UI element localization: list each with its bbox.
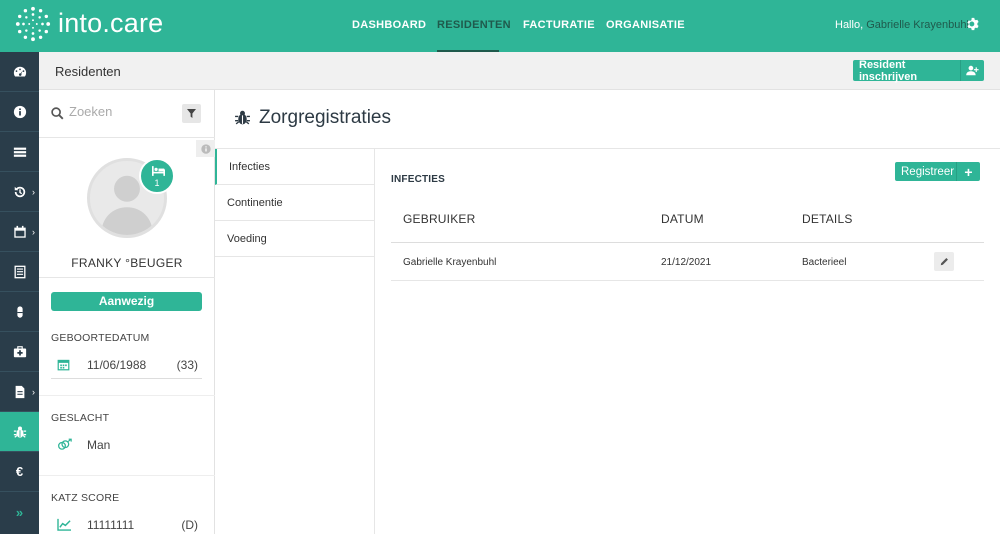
pill-icon <box>16 305 23 318</box>
calendar-icon <box>13 225 26 238</box>
gender-icon <box>58 438 72 450</box>
icon-sidebar: › › › € » <box>0 52 39 534</box>
sidebar-report[interactable] <box>0 252 39 292</box>
katz-value: 11111111 <box>87 518 135 532</box>
column-header-details: DETAILS <box>802 212 853 226</box>
filter-button[interactable] <box>182 104 201 123</box>
tab-infecties[interactable]: Infecties <box>215 149 374 185</box>
enroll-resident-label: Resident inschrijven <box>859 58 918 83</box>
page-section-title: Residenten <box>55 64 121 79</box>
room-number: 1 <box>154 178 160 188</box>
user-name: Gabrielle Krayenbuhl <box>866 19 969 31</box>
report-icon <box>14 265 25 278</box>
gender-value: Man <box>87 438 111 452</box>
row-divider <box>391 280 984 281</box>
register-label: Registreer <box>901 165 955 178</box>
search-bar <box>39 90 215 138</box>
resident-panel: 1 FRANKY °BEUGER Aanwezig GEBOORTEDATUM … <box>39 90 215 534</box>
resident-name: FRANKY °BEUGER <box>71 256 183 270</box>
page-title: Zorgregistraties <box>259 107 391 128</box>
bug-icon <box>235 110 250 125</box>
add-user-icon <box>960 60 984 81</box>
list-icon <box>13 147 26 157</box>
katz-label: KATZ SCORE <box>51 492 120 504</box>
tab-continentie[interactable]: Continentie <box>215 185 374 221</box>
resident-info-button[interactable] <box>196 140 215 157</box>
chevron-right-icon: › <box>32 186 35 197</box>
sidebar-medication[interactable] <box>0 292 39 332</box>
cell-date: 21/12/2021 <box>661 257 712 268</box>
sub-header: Residenten Resident inschrijven <box>39 52 1000 90</box>
pencil-icon <box>940 258 948 266</box>
main-content: Zorgregistraties Infecties Continentie V… <box>215 90 1000 534</box>
age-value: (33) <box>176 358 198 372</box>
info-icon <box>13 105 26 118</box>
bed-icon <box>152 166 165 176</box>
search-input[interactable] <box>69 104 179 119</box>
bug-icon <box>13 425 26 438</box>
table-header-divider <box>391 242 984 243</box>
plus-icon: + <box>956 162 980 181</box>
sidebar-list[interactable] <box>0 132 39 172</box>
edit-button[interactable] <box>934 252 954 271</box>
divider <box>39 475 215 476</box>
sidebar-medkit[interactable] <box>0 332 39 372</box>
gear-icon[interactable] <box>966 17 980 31</box>
sidebar-dashboard[interactable] <box>0 52 39 92</box>
sidebar-documents[interactable]: › <box>0 372 39 412</box>
dashboard-icon <box>13 66 26 77</box>
cell-user: Gabrielle Krayenbuhl <box>403 257 497 268</box>
tab-voeding[interactable]: Voeding <box>215 221 374 257</box>
page-header: Zorgregistraties <box>215 90 1000 149</box>
birthdate-value: 11/06/1988 <box>87 358 147 372</box>
nav-organisatie[interactable]: ORGANISATIE <box>606 19 685 31</box>
sidebar-care-registrations[interactable] <box>0 412 39 452</box>
nav-dashboard[interactable]: DASHBOARD <box>352 19 426 31</box>
room-badge: 1 <box>139 158 175 194</box>
logo-icon[interactable] <box>14 5 52 43</box>
top-navbar: into.care DASHBOARD RESIDENTEN FACTURATI… <box>0 0 1000 52</box>
divider <box>39 395 215 396</box>
medkit-icon <box>13 345 26 357</box>
registration-tabs: Infecties Continentie Voeding <box>215 149 375 534</box>
column-header-user: GEBRUIKER <box>403 212 476 226</box>
sidebar-finance[interactable]: € <box>0 452 39 492</box>
section-title: INFECTIES <box>391 174 446 185</box>
infections-panel: INFECTIES Registreer + GEBRUIKER DATUM D… <box>375 149 1000 534</box>
nav-facturatie[interactable]: FACTURATIE <box>523 19 595 31</box>
gender-row: Man <box>51 431 202 459</box>
katz-row: 11111111 (D) <box>51 511 202 534</box>
column-header-date: DATUM <box>661 212 704 226</box>
filter-icon <box>187 109 196 118</box>
sidebar-history[interactable]: › <box>0 172 39 212</box>
euro-icon: € <box>15 464 24 479</box>
katz-class: (D) <box>181 518 198 532</box>
chevron-right-icon: › <box>32 386 35 397</box>
register-button[interactable]: Registreer + <box>895 162 980 181</box>
cell-details: Bacterieel <box>802 257 847 268</box>
presence-status-button[interactable]: Aanwezig <box>51 292 202 311</box>
calendar-icon <box>57 359 70 371</box>
search-icon <box>51 107 64 120</box>
greeting-text: Hallo, <box>835 19 864 31</box>
expand-icon: » <box>15 504 24 520</box>
gender-label: GESLACHT <box>51 412 110 424</box>
birthdate-row: 11/06/1988 (33) <box>51 351 202 379</box>
line-chart-icon <box>57 518 71 531</box>
divider <box>39 277 215 278</box>
sidebar-expand[interactable]: » <box>0 492 39 532</box>
info-icon <box>200 143 211 154</box>
sidebar-calendar[interactable]: › <box>0 212 39 252</box>
brand-name[interactable]: into.care <box>58 8 163 39</box>
user-greeting[interactable]: Hallo, Gabrielle Krayenbuhl <box>835 19 969 31</box>
enroll-resident-button[interactable]: Resident inschrijven <box>853 58 984 83</box>
chevron-right-icon: › <box>32 226 35 237</box>
nav-residenten[interactable]: RESIDENTEN <box>437 19 511 31</box>
history-icon <box>14 186 25 197</box>
birthdate-label: GEBOORTEDATUM <box>51 332 150 344</box>
sidebar-info[interactable] <box>0 92 39 132</box>
document-icon <box>15 385 24 398</box>
